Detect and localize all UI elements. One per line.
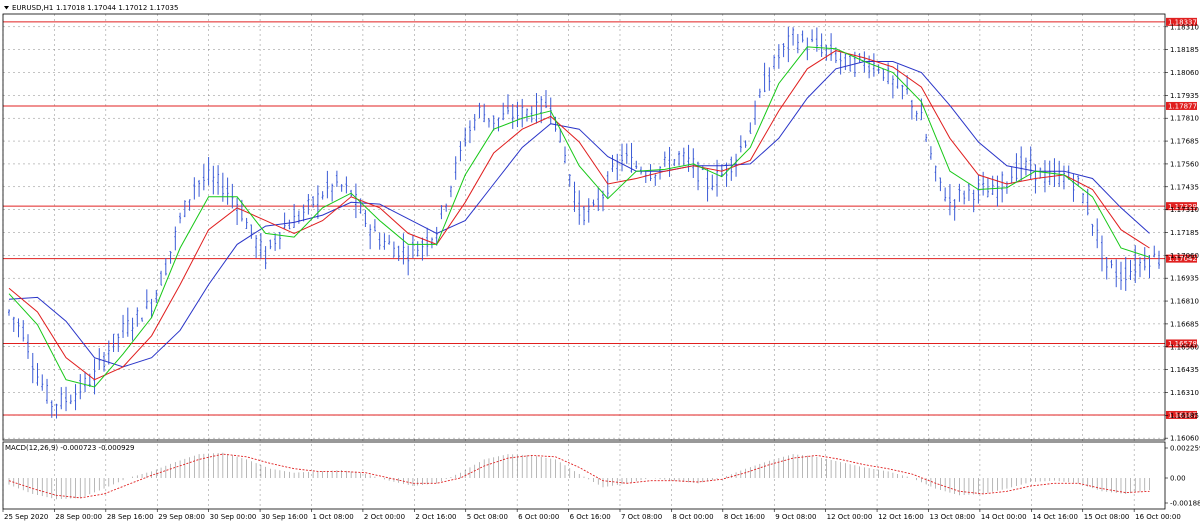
time-tick-label: 5 Oct 08:00 <box>467 513 508 521</box>
time-tick-label: 9 Oct 08:00 <box>775 513 816 521</box>
time-tick-label: 7 Oct 08:00 <box>621 513 662 521</box>
chart-background <box>0 0 1200 523</box>
price-tick-label: 1.16560 <box>1170 343 1199 351</box>
time-tick-label: 2 Oct 00:00 <box>364 513 405 521</box>
time-tick-label: 30 Sep 16:00 <box>261 513 308 521</box>
price-tick-label: 1.18185 <box>1170 46 1199 54</box>
ohlc-readout: 1.17018 1.17044 1.17012 1.17035 <box>56 4 178 12</box>
chart-header: EURUSD,H1 1.17018 1.17044 1.17012 1.1703… <box>4 4 178 12</box>
time-tick-label: 8 Oct 16:00 <box>724 513 765 521</box>
time-tick-label: 1 Oct 08:00 <box>312 513 353 521</box>
time-tick-label: 15 Oct 08:00 <box>1084 513 1130 521</box>
price-tick-label: 1.16310 <box>1170 389 1199 397</box>
time-tick-label: 8 Oct 00:00 <box>672 513 713 521</box>
time-tick-label: 28 Sep 16:00 <box>107 513 154 521</box>
price-tick-label: 1.17935 <box>1170 92 1199 100</box>
time-tick-label: 28 Sep 00:00 <box>55 513 102 521</box>
time-tick-label: 14 Oct 16:00 <box>1032 513 1078 521</box>
price-tick-label: 1.16435 <box>1170 366 1199 374</box>
symbol-label: EURUSD,H1 <box>12 4 53 12</box>
price-tick-label: 1.17185 <box>1170 229 1199 237</box>
price-tick-label: 1.17310 <box>1170 206 1199 214</box>
time-tick-label: 2 Oct 16:00 <box>415 513 456 521</box>
macd-tick-label: 0.002259 <box>1170 445 1200 453</box>
time-tick-label: 13 Oct 08:00 <box>929 513 975 521</box>
price-tick-label: 1.16685 <box>1170 320 1199 328</box>
price-tick-label: 1.16185 <box>1170 412 1199 420</box>
time-tick-label: 6 Oct 16:00 <box>570 513 611 521</box>
time-tick-label: 12 Oct 00:00 <box>827 513 873 521</box>
macd-tick-label: -0.001882 <box>1170 500 1200 508</box>
price-tick-label: 1.17435 <box>1170 183 1199 191</box>
price-tick-label: 1.16935 <box>1170 275 1199 283</box>
macd-readout: MACD(12,26,9) -0.000723 -0.000929 <box>5 444 134 452</box>
time-tick-label: 14 Oct 00:00 <box>981 513 1027 521</box>
time-tick-label: 6 Oct 00:00 <box>518 513 559 521</box>
price-tick-label: 1.16810 <box>1170 298 1199 306</box>
time-tick-label: 16 Oct 00:00 <box>1135 513 1181 521</box>
price-tick-label: 1.18310 <box>1170 23 1199 31</box>
macd-tick-label: 0.00 <box>1170 475 1186 483</box>
price-tick-label: 1.17810 <box>1170 115 1199 123</box>
time-tick-label: 30 Sep 00:00 <box>210 513 257 521</box>
price-tick-label: 1.17685 <box>1170 138 1199 146</box>
price-tick-label: 1.16060 <box>1170 435 1199 443</box>
time-tick-label: 25 Sep 2020 <box>4 513 48 521</box>
price-tick-label: 1.17560 <box>1170 160 1199 168</box>
time-tick-label: 12 Oct 16:00 <box>878 513 924 521</box>
chart-canvas[interactable]: 1.183371.178771.173291.170421.165781.161… <box>0 0 1200 523</box>
price-tick-label: 1.17060 <box>1170 252 1199 260</box>
time-tick-label: 29 Sep 08:00 <box>158 513 205 521</box>
price-tick-label: 1.18060 <box>1170 69 1199 77</box>
level-badge-label: 1.17877 <box>1168 103 1197 111</box>
chart-window: 1.18337 1.17877 1.17329 1.17042 1.16578 1.161… <box>0 0 1200 523</box>
